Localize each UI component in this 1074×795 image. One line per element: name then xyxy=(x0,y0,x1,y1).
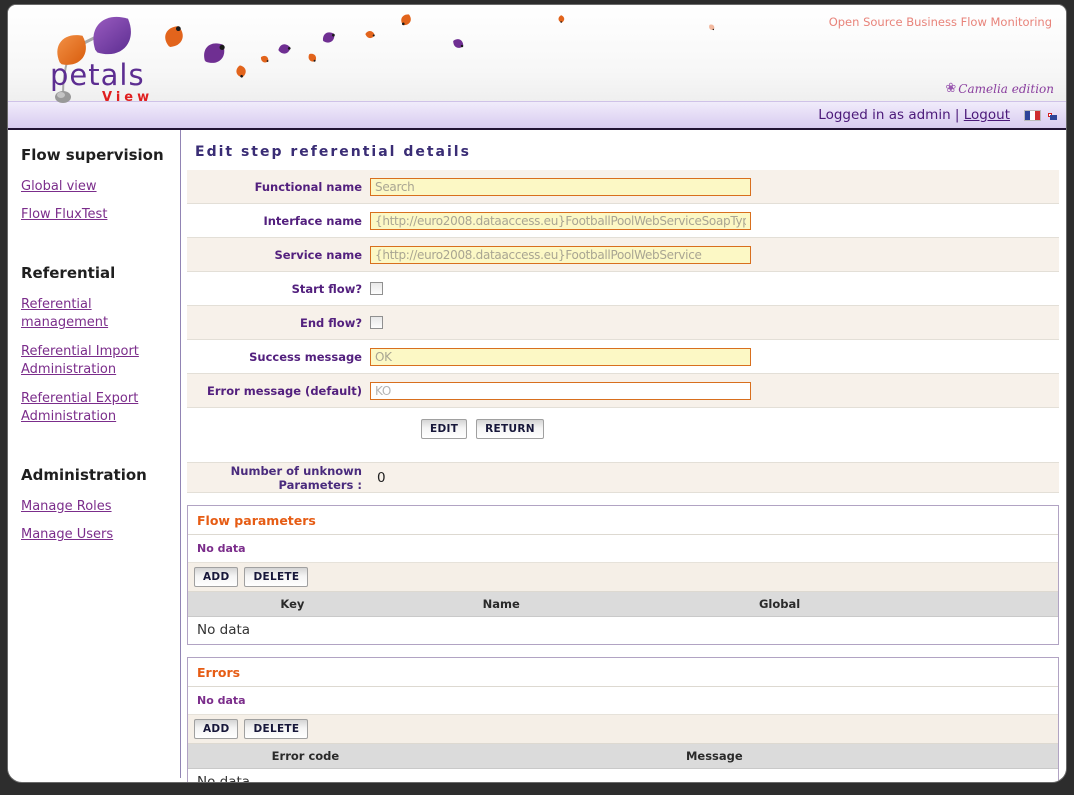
edit-button[interactable]: EDIT xyxy=(421,419,467,439)
errors-actions: ADD DELETE xyxy=(188,715,1058,744)
start-flow-label: Start flow? xyxy=(187,282,370,296)
tagline: Open Source Business Flow Monitoring xyxy=(829,15,1052,29)
unknown-parameters-row: Number of unknown Parameters : 0 xyxy=(187,462,1059,493)
flow-parameters-box: Flow parameters No data ADD DELETE Key N… xyxy=(187,505,1059,645)
sidebar-heading-referential: Referential xyxy=(21,264,170,282)
errors-delete-button[interactable]: DELETE xyxy=(244,719,308,739)
petal-decoration-icon xyxy=(707,23,715,31)
app-header: petals View Open Source Business Flow Mo… xyxy=(8,5,1066,101)
success-message-input[interactable] xyxy=(370,348,751,366)
form-actions: EDIT RETURN xyxy=(187,408,1059,451)
flow-parameters-nodata-badge: No data xyxy=(188,535,1058,563)
sidebar-heading-flow-supervision: Flow supervision xyxy=(21,146,170,164)
form-row-functional-name: Functional name xyxy=(187,170,1059,204)
sidebar-item-referential-management[interactable]: Referential management xyxy=(21,296,170,333)
form-row-interface-name: Interface name xyxy=(187,204,1059,238)
app-window: petals View Open Source Business Flow Mo… xyxy=(7,4,1067,783)
edit-step-form: Functional name Interface name Service n… xyxy=(187,170,1059,451)
logged-in-text: Logged in as admin | Logout xyxy=(818,107,1010,123)
service-name-input[interactable] xyxy=(370,246,751,264)
petal-decoration-icon xyxy=(320,29,338,47)
functional-name-label: Functional name xyxy=(187,180,370,194)
errors-add-button[interactable]: ADD xyxy=(194,719,238,739)
login-bar: Logged in as admin | Logout xyxy=(8,101,1066,130)
sidebar-item-flow-fluxtest[interactable]: Flow FluxTest xyxy=(21,206,170,224)
content-area: Flow supervision Global view Flow FluxTe… xyxy=(8,130,1066,778)
logout-link[interactable]: Logout xyxy=(964,107,1010,123)
logo-view-text: View xyxy=(102,90,153,105)
functional-name-input[interactable] xyxy=(370,178,751,196)
end-flow-label: End flow? xyxy=(187,316,370,330)
sidebar-item-global-view[interactable]: Global view xyxy=(21,178,170,196)
interface-name-label: Interface name xyxy=(187,214,370,228)
errors-title: Errors xyxy=(188,658,1058,687)
error-message-input[interactable] xyxy=(370,382,751,400)
browser-frame: petals View Open Source Business Flow Mo… xyxy=(0,0,1074,795)
column-header-name: Name xyxy=(397,597,606,611)
sidebar-item-manage-roles[interactable]: Manage Roles xyxy=(21,498,170,516)
form-row-service-name: Service name xyxy=(187,238,1059,272)
edition-text: Camelia edition xyxy=(958,82,1054,96)
flow-parameters-table-header: Key Name Global xyxy=(188,592,1058,617)
sidebar-heading-administration: Administration xyxy=(21,466,170,484)
unknown-parameters-label: Number of unknown Parameters : xyxy=(187,464,370,492)
success-message-label: Success message xyxy=(187,350,370,364)
page-title: Edit step referential details xyxy=(195,144,1059,160)
form-row-start-flow: Start flow? xyxy=(187,272,1059,306)
service-name-label: Service name xyxy=(187,248,370,262)
sidebar-item-manage-users[interactable]: Manage Users xyxy=(21,526,170,544)
column-header-message: Message xyxy=(423,749,1006,763)
french-flag-icon[interactable] xyxy=(1024,110,1041,121)
sidebar-item-referential-export[interactable]: Referential Export Administration xyxy=(21,390,170,427)
errors-empty-row: No data xyxy=(188,769,1058,783)
petal-decoration-icon xyxy=(555,13,566,24)
petal-decoration-icon xyxy=(200,39,230,69)
sidebar: Flow supervision Global view Flow FluxTe… xyxy=(8,130,180,778)
flow-parameters-add-button[interactable]: ADD xyxy=(194,567,238,587)
petal-decoration-icon xyxy=(451,37,465,51)
flow-parameters-empty-row: No data xyxy=(188,617,1058,644)
flow-parameters-title: Flow parameters xyxy=(188,506,1058,535)
column-header-error-code: Error code xyxy=(188,749,423,763)
petals-logo: petals View xyxy=(30,10,195,105)
errors-box: Errors No data ADD DELETE Error code Mes… xyxy=(187,657,1059,783)
column-header-spacer xyxy=(954,597,1058,611)
petal-decoration-icon xyxy=(231,62,249,80)
errors-nodata-badge: No data xyxy=(188,687,1058,715)
column-header-spacer xyxy=(1006,749,1058,763)
flow-parameters-delete-button[interactable]: DELETE xyxy=(244,567,308,587)
flow-parameters-actions: ADD DELETE xyxy=(188,563,1058,592)
logo-brand-text: petals xyxy=(50,58,145,92)
petal-decoration-icon xyxy=(275,40,293,58)
start-flow-checkbox[interactable] xyxy=(370,282,383,295)
error-message-label: Error message (default) xyxy=(187,384,370,398)
form-row-error-message: Error message (default) xyxy=(187,374,1059,408)
petal-decoration-icon xyxy=(363,28,377,42)
form-row-success-message: Success message xyxy=(187,340,1059,374)
end-flow-checkbox[interactable] xyxy=(370,316,383,329)
edition-label: ❀ Camelia edition xyxy=(945,81,1054,96)
column-header-key: Key xyxy=(188,597,397,611)
camelia-flower-icon: ❀ xyxy=(945,81,956,96)
main-panel: Edit step referential details Functional… xyxy=(180,130,1066,778)
column-header-global: Global xyxy=(606,597,954,611)
petal-decoration-icon xyxy=(306,52,318,64)
form-row-end-flow: End flow? xyxy=(187,306,1059,340)
language-switcher xyxy=(1024,110,1052,121)
return-button[interactable]: RETURN xyxy=(476,419,544,439)
petal-decoration-icon xyxy=(259,54,269,64)
sidebar-item-referential-import[interactable]: Referential Import Administration xyxy=(21,343,170,380)
petal-decoration-icon xyxy=(398,12,413,27)
unknown-parameters-value: 0 xyxy=(377,470,386,486)
interface-name-input[interactable] xyxy=(370,212,751,230)
errors-table-header: Error code Message xyxy=(188,744,1058,769)
us-flag-icon[interactable] xyxy=(1048,113,1052,117)
